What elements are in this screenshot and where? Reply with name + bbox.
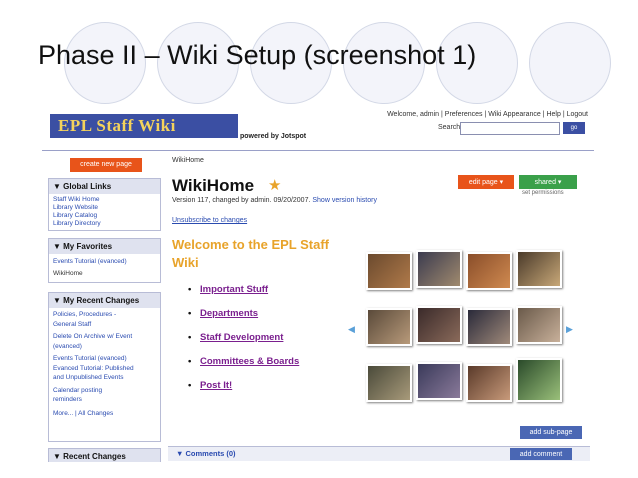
go-button[interactable]: go bbox=[563, 122, 585, 134]
main-link-list: • Important Stuff • Departments • Staff Dev… bbox=[188, 284, 299, 404]
welcome-heading: Welcome to the EPL Staff Wiki bbox=[172, 237, 329, 270]
gallery-photo[interactable] bbox=[416, 250, 462, 288]
gallery-photo[interactable] bbox=[416, 362, 462, 400]
gallery-photo[interactable] bbox=[466, 308, 512, 346]
breadcrumb[interactable]: WikiHome bbox=[172, 157, 204, 164]
sidebar-link[interactable]: Library Website bbox=[53, 204, 156, 212]
favorites-box: ▼ My Favorites Events Tutorial (evanced)… bbox=[48, 238, 161, 283]
sidebar-link[interactable]: (evanced) bbox=[53, 342, 156, 352]
sidebar-link[interactable]: Library Directory bbox=[53, 220, 156, 228]
wiki-logo[interactable]: EPL Staff Wiki bbox=[50, 114, 238, 138]
sidebar: create new page ▼ Global Links Staff Wik… bbox=[48, 154, 161, 462]
slide-title: Phase II – Wiki Setup (screenshot 1) bbox=[38, 40, 477, 70]
left-arrow-icon[interactable]: ◀ bbox=[348, 324, 355, 335]
main-content: WikiHome WikiHome ★ Version 117, changed… bbox=[168, 154, 590, 461]
sidebar-link[interactable]: reminders bbox=[53, 395, 156, 405]
circle bbox=[529, 22, 611, 104]
set-permissions-link[interactable]: set permissions bbox=[522, 190, 564, 196]
gallery-photo[interactable] bbox=[516, 250, 562, 288]
star-icon[interactable]: ★ bbox=[268, 176, 281, 194]
recent-changes-title-2[interactable]: ▼ Recent Changes bbox=[49, 449, 160, 462]
photo-gallery bbox=[358, 250, 568, 410]
gallery-photo[interactable] bbox=[516, 306, 562, 344]
sidebar-link[interactable]: General Staff bbox=[53, 320, 156, 330]
edit-page-button[interactable]: edit page ▾ bbox=[458, 175, 514, 189]
sidebar-link[interactable]: Events Tutorial (evanced) bbox=[53, 354, 156, 364]
sidebar-link[interactable]: Staff Wiki Home bbox=[53, 196, 156, 204]
global-links-title[interactable]: ▼ Global Links bbox=[49, 179, 160, 194]
powered-by: powered by Jotspot bbox=[240, 133, 307, 140]
sidebar-link[interactable]: Delete On Archive w/ Event bbox=[53, 332, 156, 342]
search-input[interactable] bbox=[460, 122, 560, 135]
gallery-photo[interactable] bbox=[366, 308, 412, 346]
gallery-photo[interactable] bbox=[466, 364, 512, 402]
wiki-header: EPL Staff Wiki powered by Jotspot Welcom… bbox=[42, 104, 594, 151]
shared-button[interactable]: shared ▾ bbox=[519, 175, 577, 189]
link-staff-development[interactable]: • Staff Development bbox=[188, 332, 299, 356]
sidebar-link[interactable]: Library Catalog bbox=[53, 212, 156, 220]
recent-changes-box: ▼ My Recent Changes Policies, Procedures… bbox=[48, 292, 161, 442]
favorites-title[interactable]: ▼ My Favorites bbox=[49, 239, 160, 254]
add-comment-button[interactable]: add comment bbox=[510, 448, 572, 460]
version-meta: Version 117, changed by admin. 09/20/200… bbox=[172, 197, 377, 204]
version-history-link[interactable]: Show version history bbox=[312, 197, 377, 204]
add-subpage-button[interactable]: add sub-page bbox=[520, 426, 582, 439]
link-committees[interactable]: • Committees & Boards bbox=[188, 356, 299, 380]
search-label: Search: bbox=[438, 124, 463, 131]
create-page-button[interactable]: create new page bbox=[70, 158, 142, 172]
gallery-photo[interactable] bbox=[366, 252, 412, 290]
comments-bar: ▼ Comments (0) add comment bbox=[168, 446, 590, 461]
gallery-photo[interactable] bbox=[416, 306, 462, 344]
link-post-it[interactable]: • Post It! bbox=[188, 380, 299, 404]
sidebar-link[interactable]: Calendar posting bbox=[53, 386, 156, 396]
comments-toggle[interactable]: ▼ Comments (0) bbox=[176, 449, 236, 458]
gallery-photo[interactable] bbox=[466, 252, 512, 290]
page-title: WikiHome bbox=[172, 176, 255, 195]
sidebar-link[interactable]: Evanced Tutorial: Published bbox=[53, 364, 156, 374]
sidebar-link[interactable]: Events Tutorial (evanced) bbox=[53, 256, 156, 268]
unsubscribe-link[interactable]: Unsubscribe to changes bbox=[172, 217, 247, 224]
sidebar-link[interactable]: Policies, Procedures - bbox=[53, 310, 156, 320]
screenshot-frame: EPL Staff Wiki powered by Jotspot Welcom… bbox=[42, 104, 594, 462]
top-links[interactable]: Welcome, admin | Preferences | Wiki Appe… bbox=[387, 111, 588, 118]
global-links-box: ▼ Global Links Staff Wiki Home Library W… bbox=[48, 178, 161, 231]
link-important-stuff[interactable]: • Important Stuff bbox=[188, 284, 299, 308]
sidebar-link[interactable]: WikiHome bbox=[53, 268, 156, 280]
link-departments[interactable]: • Departments bbox=[188, 308, 299, 332]
sidebar-link[interactable]: and Unpublished Events bbox=[53, 373, 156, 383]
gallery-photo[interactable] bbox=[366, 364, 412, 402]
right-arrow-icon[interactable]: ▶ bbox=[566, 324, 573, 335]
more-link[interactable]: More... | All Changes bbox=[53, 409, 156, 419]
version-text: Version 117, changed by admin. 09/20/200… bbox=[172, 197, 311, 204]
recent-changes-box-2: ▼ Recent Changes bbox=[48, 448, 161, 462]
gallery-photo[interactable] bbox=[516, 358, 562, 402]
recent-changes-title[interactable]: ▼ My Recent Changes bbox=[49, 293, 160, 308]
